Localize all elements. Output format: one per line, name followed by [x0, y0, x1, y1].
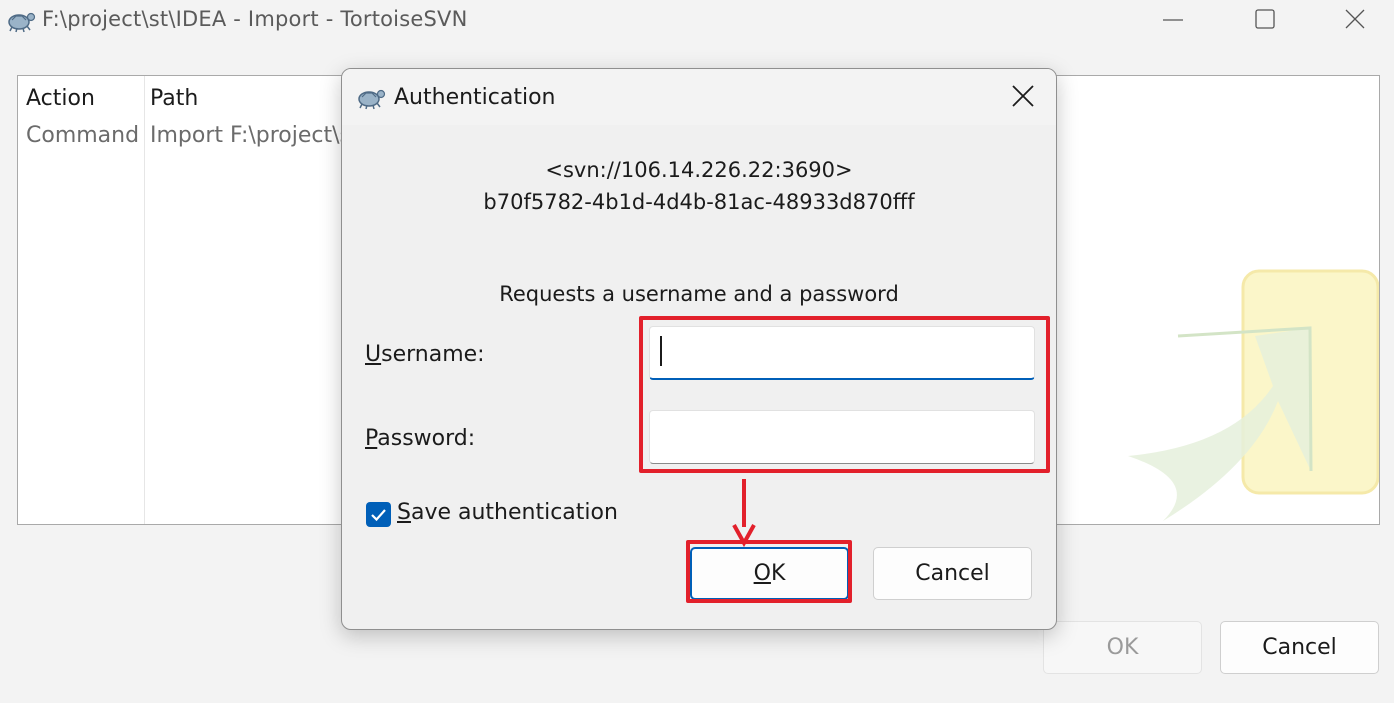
- password-label: Password:: [365, 426, 476, 451]
- tortoise-icon: [6, 6, 36, 34]
- realm-text: <svn://106.14.226.22:3690>: [545, 158, 853, 182]
- dialog-close-button[interactable]: [1004, 81, 1042, 113]
- main-ok-button[interactable]: OK: [1043, 621, 1202, 674]
- save-authentication-checkbox[interactable]: [366, 502, 391, 527]
- column-divider: [144, 76, 145, 524]
- row-path: Import F:\project\s: [150, 123, 352, 148]
- tortoise-icon: [355, 83, 387, 111]
- dialog-title: Authentication: [394, 85, 556, 110]
- main-titlebar: F:\project\st\IDEA - Import - TortoiseSV…: [0, 0, 1394, 44]
- annotation-highlight-ok: [686, 540, 852, 603]
- maximize-button[interactable]: [1220, 0, 1310, 40]
- main-cancel-button[interactable]: Cancel: [1220, 621, 1379, 674]
- minimize-button[interactable]: [1128, 0, 1218, 40]
- repository-uuid: b70f5782-4b1d-4d4b-81ac-48933d870fff: [483, 190, 915, 214]
- close-icon: [1345, 9, 1365, 29]
- window-title: F:\project\st\IDEA - Import - TortoiseSV…: [42, 7, 468, 31]
- window-close-button[interactable]: [1310, 0, 1394, 40]
- close-icon: [1012, 85, 1034, 107]
- checkmark-icon: [371, 509, 386, 522]
- save-authentication-label[interactable]: Save authentication: [397, 500, 618, 525]
- annotation-highlight-fields: [639, 316, 1050, 473]
- maximize-icon: [1255, 9, 1275, 29]
- dialog-titlebar: Authentication: [342, 69, 1056, 125]
- prompt-text: Requests a username and a password: [499, 282, 899, 306]
- row-action: Command: [26, 123, 140, 148]
- svn-watermark-graphic: [1123, 266, 1379, 524]
- authentication-dialog: Authentication <svn://106.14.226.22:3690…: [341, 68, 1057, 630]
- username-label: Username:: [365, 342, 485, 367]
- minimize-icon: [1163, 19, 1183, 21]
- dialog-cancel-button[interactable]: Cancel: [873, 547, 1032, 600]
- column-header-path[interactable]: Path: [150, 86, 198, 111]
- column-header-action[interactable]: Action: [26, 86, 95, 111]
